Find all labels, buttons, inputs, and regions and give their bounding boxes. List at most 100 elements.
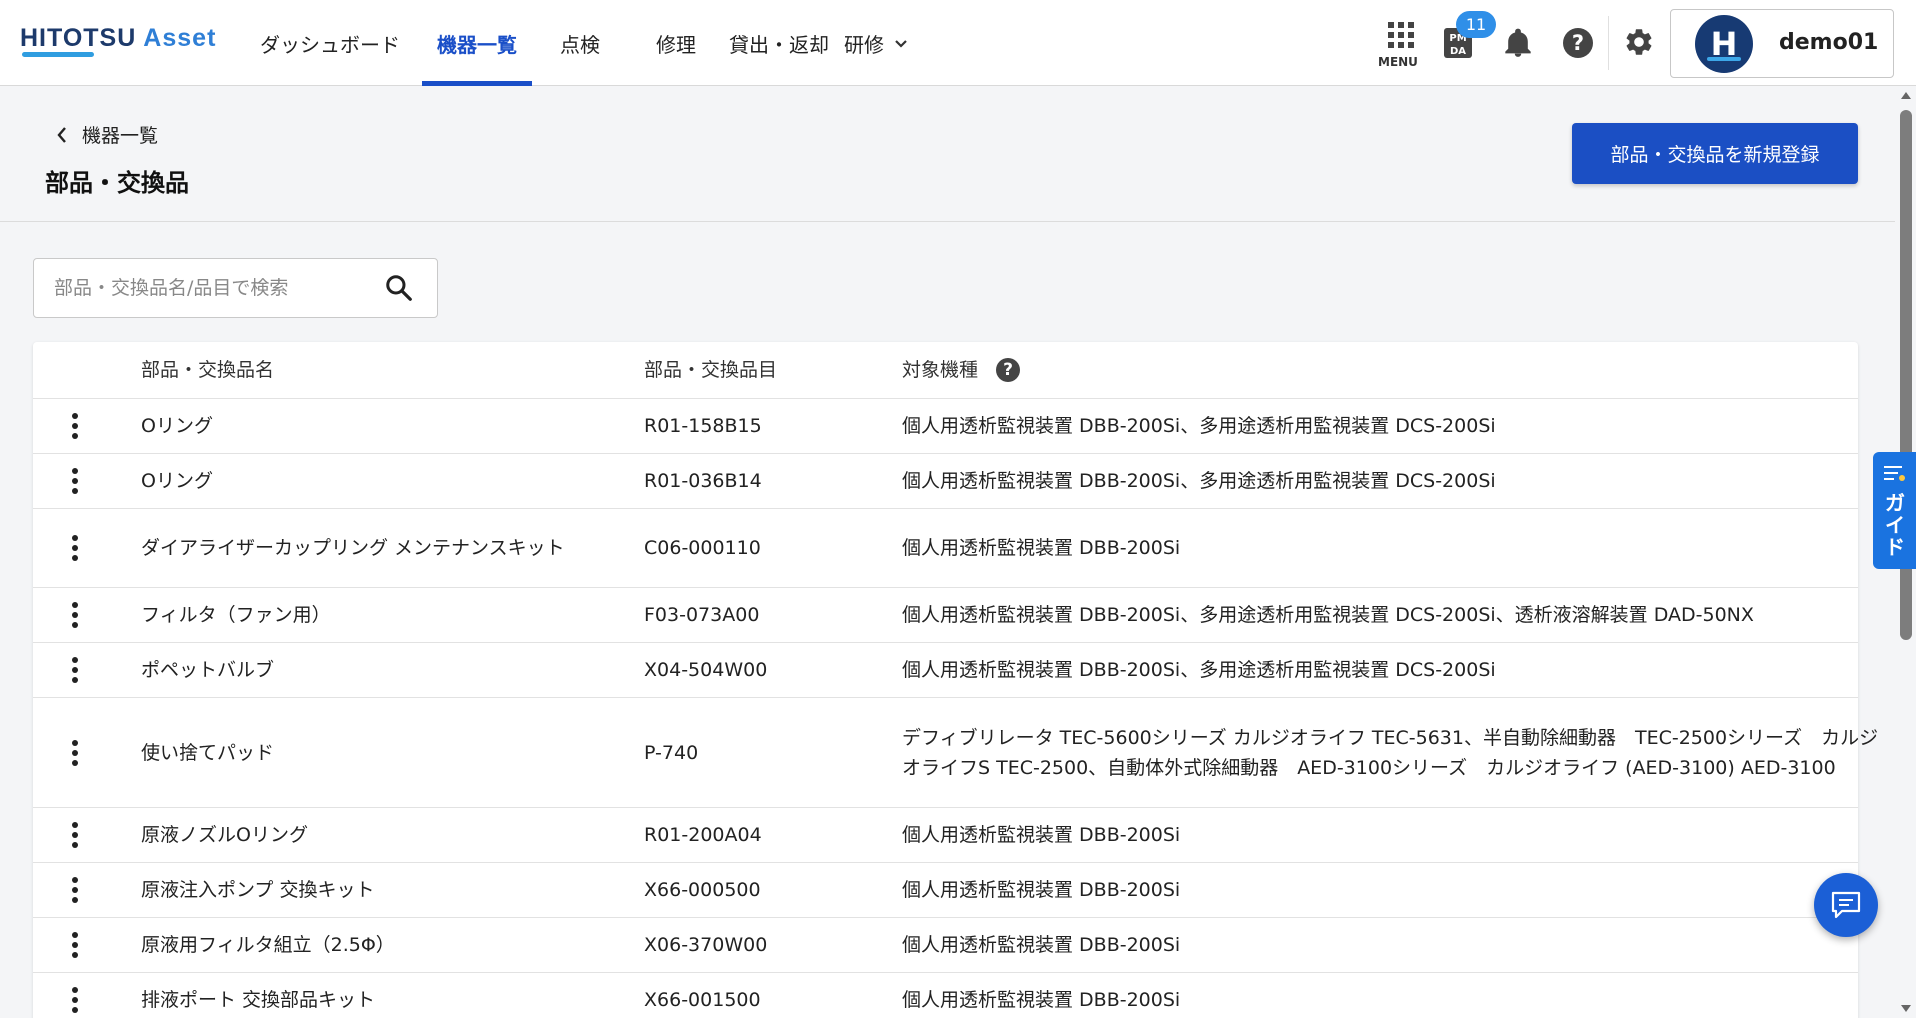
column-header-target: 対象機種 ? [902,342,1882,398]
row-menu-button[interactable] [33,973,117,1018]
more-vert-icon [72,602,78,628]
part-name: ダイアライザーカップリング メンテナンスキット [141,537,565,559]
guide-tab[interactable]: ガイド [1873,452,1916,569]
username: demo01 [1779,30,1879,55]
part-name: Oリング [141,470,213,492]
row-menu-button[interactable] [33,918,117,972]
part-name: Oリング [141,415,213,437]
register-new-part-button[interactable]: 部品・交換品を新規登録 [1572,123,1858,184]
table-row[interactable]: 使い捨てパッド P-740 デフィブリレータ TEC-5600シリーズ カルジオ… [33,698,1878,808]
chat-button[interactable] [1814,873,1878,937]
gear-icon[interactable] [1623,26,1655,58]
parts-table: 部品・交換品名 部品・交換品目 対象機種 ? Oリング R01-158B15 個… [33,342,1878,1018]
more-vert-icon [72,468,78,494]
table-row[interactable]: フィルタ（ファン用） F03-073A00 個人用透析監視装置 DBB-200S… [33,588,1858,643]
table-row[interactable]: 排液ポート 交換部品キット X66-001500 個人用透析監視装置 DBB-2… [33,973,1858,1018]
page-title: 部品・交換品 [45,169,189,197]
column-header-target-label: 対象機種 [902,359,979,381]
nav-label: 研修 [844,32,884,57]
scroll-down-arrow-icon[interactable] [1900,1004,1912,1014]
table-row[interactable]: 原液用フィルタ組立（2.5Φ） X06-370W00 個人用透析監視装置 DBB… [33,918,1858,973]
search-box [33,258,438,318]
column-header-code: 部品・交換品目 [644,359,778,381]
table-row[interactable]: Oリング R01-158B15 個人用透析監視装置 DBB-200Si、多用途透… [33,399,1858,454]
brand-logo[interactable]: HITOTSU Asset [20,24,220,62]
part-name: 使い捨てパッド [141,741,275,764]
nav-training[interactable]: 研修 [834,0,918,86]
nav-repair[interactable]: 修理 [628,0,724,86]
target-models: 個人用透析監視装置 DBB-200Si [902,824,1181,846]
search-icon[interactable] [384,273,414,303]
more-vert-icon [72,877,78,903]
more-vert-icon [72,987,78,1013]
nav-lending[interactable]: 貸出・返却 [724,0,834,86]
row-menu-button[interactable] [33,509,117,587]
column-header-name: 部品・交換品名 [141,359,275,381]
table-row[interactable]: ダイアライザーカップリング メンテナンスキット C06-000110 個人用透析… [33,509,1858,588]
row-menu-button[interactable] [33,698,117,807]
table-row[interactable]: ポペットバルブ X04-504W00 個人用透析監視装置 DBB-200Si、多… [33,643,1858,698]
nav-equipment-list[interactable]: 機器一覧 [422,0,532,86]
target-models: デフィブリレータ TEC-5600シリーズ カルジオライフ TEC-5631、半… [902,726,1879,779]
back-link[interactable]: 機器一覧 [56,121,158,148]
user-menu[interactable]: H demo01 [1670,9,1894,78]
target-models: 個人用透析監視装置 DBB-200Si [902,934,1181,956]
row-menu-button[interactable] [33,588,117,642]
table-row[interactable]: 原液ノズルOリング R01-200A04 個人用透析監視装置 DBB-200Si [33,808,1858,863]
row-menu-button[interactable] [33,863,117,917]
part-name: 原液用フィルタ組立（2.5Φ） [141,934,395,956]
part-name: フィルタ（ファン用） [141,604,331,626]
part-name: 原液ノズルOリング [141,824,308,846]
apps-grid-icon[interactable] [1388,22,1414,48]
nav-label: 機器一覧 [437,32,517,57]
target-models: 個人用透析監視装置 DBB-200Si、多用途透析用監視装置 DCS-200Si [902,470,1496,492]
part-code: X04-504W00 [644,659,768,681]
target-models: 個人用透析監視装置 DBB-200Si、多用途透析用監視装置 DCS-200Si [902,659,1496,681]
part-code: F03-073A00 [644,604,760,626]
part-code: R01-200A04 [644,824,762,846]
logo-part-2: Asset [143,24,217,52]
svg-text:?: ? [1572,31,1584,55]
nav-dashboard[interactable]: ダッシュボード [240,0,420,86]
row-menu-button[interactable] [33,399,117,453]
part-code: X06-370W00 [644,934,768,956]
chevron-down-icon [895,40,907,48]
row-menu-button[interactable] [33,643,117,697]
nav-label: ダッシュボード [260,32,400,57]
scroll-up-arrow-icon[interactable] [1900,90,1912,100]
part-code: R01-036B14 [644,470,762,492]
target-models: 個人用透析監視装置 DBB-200Si [902,879,1181,901]
table-header-row: 部品・交換品名 部品・交換品目 対象機種 ? [33,342,1858,399]
part-name: ポペットバルブ [141,659,275,681]
part-code: C06-000110 [644,537,761,559]
avatar: H [1695,15,1753,73]
guide-list-icon [1884,466,1905,481]
avatar-accent [1707,57,1741,61]
row-menu-button[interactable] [33,808,117,862]
more-vert-icon [72,932,78,958]
part-code: R01-158B15 [644,415,762,437]
top-header: HITOTSU Asset ダッシュボード 機器一覧 点検 修理 貸出・返却 研… [0,0,1916,86]
chevron-left-icon [57,126,66,143]
search-input[interactable] [54,259,384,317]
part-name: 排液ポート 交換部品キット [141,989,376,1011]
part-code: X66-000500 [644,879,761,901]
part-code: X66-001500 [644,989,761,1011]
nav-inspection[interactable]: 点検 [532,0,628,86]
more-vert-icon [72,822,78,848]
more-vert-icon [72,413,78,439]
row-menu-button[interactable] [33,454,117,508]
nav-label: 貸出・返却 [729,32,829,57]
nav-label: 点検 [560,32,600,57]
back-link-label: 機器一覧 [82,125,159,147]
help-icon[interactable]: ? [1562,27,1594,59]
menu-label: MENU [1378,55,1418,69]
bell-icon[interactable] [1504,28,1532,58]
target-models: 個人用透析監視装置 DBB-200Si、多用途透析用監視装置 DCS-200Si [902,415,1496,437]
help-circle-icon[interactable]: ? [996,358,1021,382]
table-row[interactable]: 原液注入ポンプ 交換キット X66-000500 個人用透析監視装置 DBB-2… [33,863,1858,918]
page-header: 機器一覧 部品・交換品 部品・交換品を新規登録 [0,87,1895,222]
guide-label: ガイド [1885,491,1905,559]
table-row[interactable]: Oリング R01-036B14 個人用透析監視装置 DBB-200Si、多用途透… [33,454,1858,509]
part-name: 原液注入ポンプ 交換キット [141,879,375,901]
